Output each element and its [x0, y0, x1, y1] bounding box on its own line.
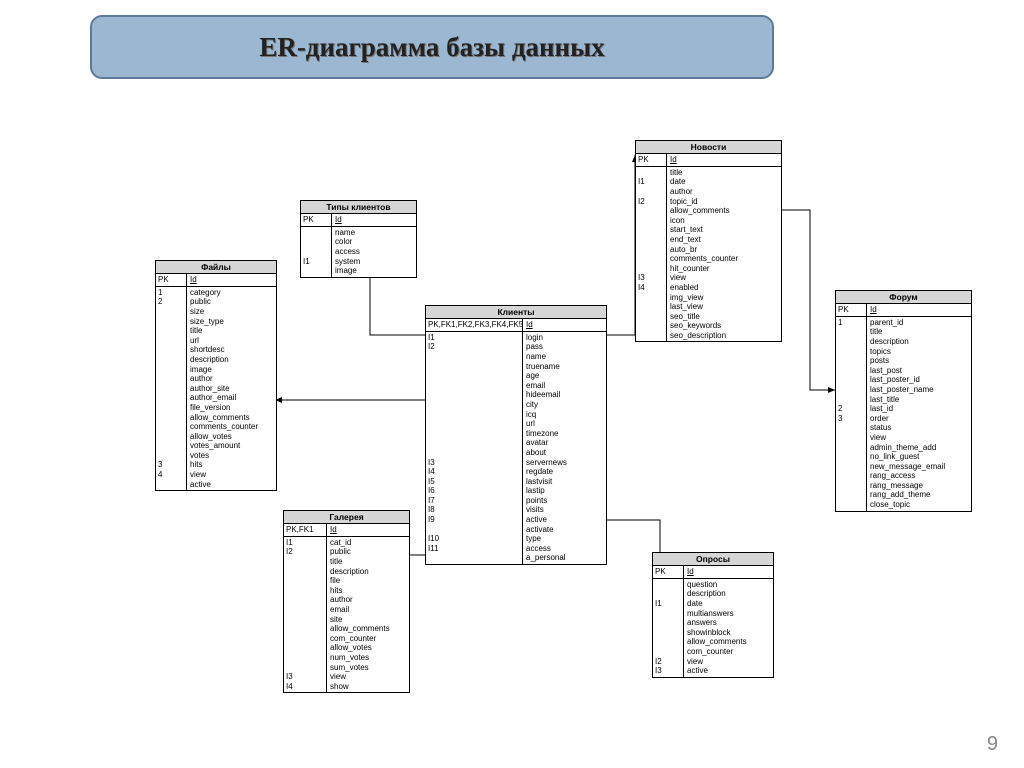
entity-types: Типы клиентов PK Id I1 namecoloraccesssy… — [300, 200, 417, 278]
diagram-canvas: Типы клиентов PK Id I1 namecoloraccesssy… — [0, 0, 1024, 768]
entity-title: Клиенты — [426, 306, 606, 319]
entity-title: Типы клиентов — [301, 201, 416, 214]
key-column: I1 — [301, 227, 332, 277]
entity-files: Файлы PK Id 12 34 categorypublicsizesize… — [155, 260, 277, 491]
field-column: namecoloraccesssystemimage — [332, 227, 416, 277]
entity-title: Опросы — [653, 553, 773, 566]
entity-title: Форум — [836, 291, 971, 304]
entity-clients: Клиенты PK,FK1,FK2,FK3,FK4,FK5 Id I1I2 I… — [425, 305, 607, 565]
entity-news: Новости PK Id I1 I2 I3I4 titledateauthor… — [635, 140, 782, 342]
entity-forum: Форум PK Id 1 23 parent_idtitledescripti… — [835, 290, 972, 512]
page-number: 9 — [987, 733, 998, 756]
entity-title: Файлы — [156, 261, 276, 274]
entity-title: Новости — [636, 141, 781, 154]
entity-polls: Опросы PK Id I1 I2I3 questiondescription… — [652, 552, 774, 678]
entity-gallery: Галерея PK,FK1 Id I1I2 I3I4 cat_idpublic… — [283, 510, 410, 693]
entity-title: Галерея — [284, 511, 409, 524]
